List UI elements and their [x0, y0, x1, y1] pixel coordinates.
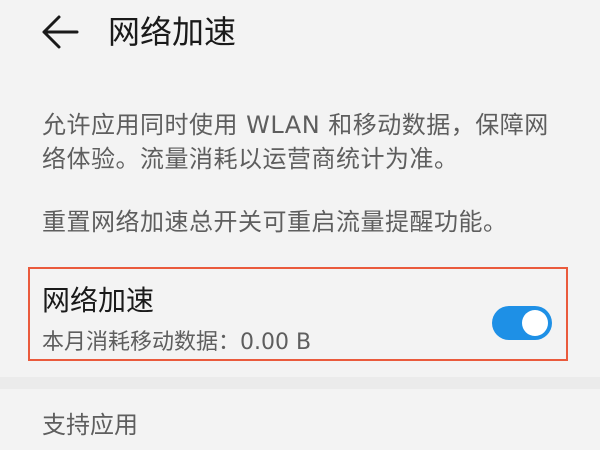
network-acceleration-toggle[interactable] — [492, 306, 552, 340]
description-text: 允许应用同时使用 WLAN 和移动数据，保障网络体验。流量消耗以运营商统计为准。 — [42, 111, 549, 173]
page-title: 网络加速 — [108, 13, 237, 51]
supported-apps-item[interactable]: 支持应用 — [42, 408, 138, 442]
reset-hint-text: 重置网络加速总开关可重启流量提醒功能。 — [42, 208, 508, 236]
toggle-knob — [522, 310, 548, 336]
setting-title: 网络加速 — [42, 284, 155, 317]
arrow-left-icon — [42, 15, 79, 49]
network-acceleration-setting[interactable]: 网络加速 本月消耗移动数据：0.00 B — [28, 267, 568, 361]
back-button[interactable] — [40, 12, 80, 52]
header: 网络加速 — [0, 0, 600, 68]
section-divider — [0, 377, 600, 389]
mobile-data-usage: 本月消耗移动数据：0.00 B — [42, 330, 312, 355]
